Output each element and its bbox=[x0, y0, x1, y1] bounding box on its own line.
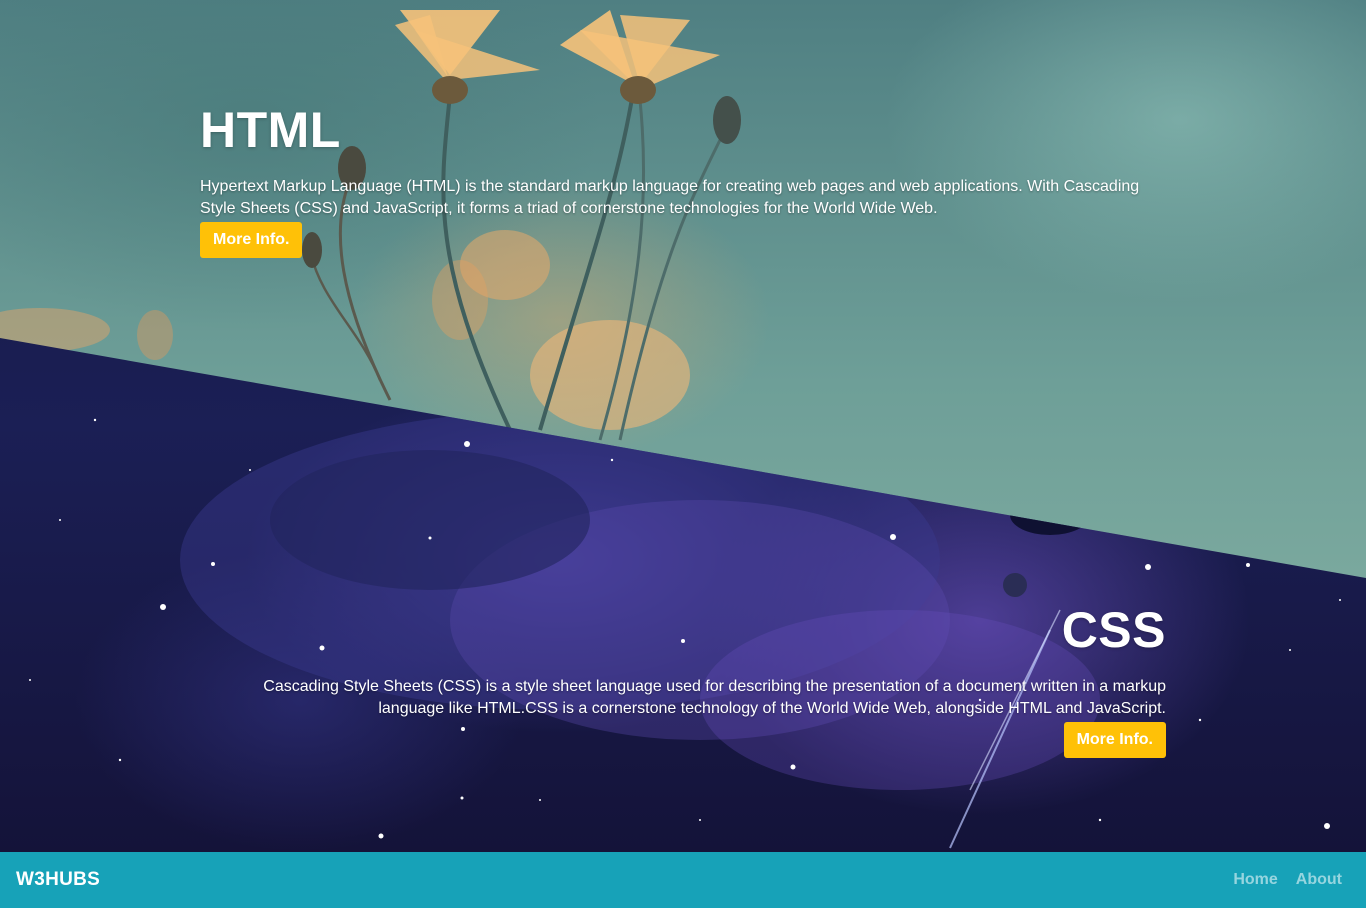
css-content: CSS Cascading Style Sheets (CSS) is a st… bbox=[200, 600, 1166, 758]
nav-links: Home About bbox=[1233, 871, 1342, 889]
page: HTML Hypertext Markup Language (HTML) is… bbox=[0, 0, 1366, 908]
css-more-info-button[interactable]: More Info. bbox=[1063, 722, 1166, 758]
css-description: Cascading Style Sheets (CSS) is a style … bbox=[263, 678, 1166, 717]
nav-link-home[interactable]: Home bbox=[1233, 871, 1277, 889]
nav-link-about[interactable]: About bbox=[1296, 871, 1342, 889]
css-heading: CSS bbox=[1061, 602, 1166, 658]
html-heading: HTML bbox=[200, 102, 341, 158]
brand-logo[interactable]: W3HUBS bbox=[16, 869, 100, 891]
html-content: HTML Hypertext Markup Language (HTML) is… bbox=[200, 100, 1160, 258]
html-description: Hypertext Markup Language (HTML) is the … bbox=[200, 178, 1140, 217]
html-more-info-button[interactable]: More Info. bbox=[200, 222, 303, 258]
navbar: W3HUBS Home About bbox=[0, 852, 1366, 908]
